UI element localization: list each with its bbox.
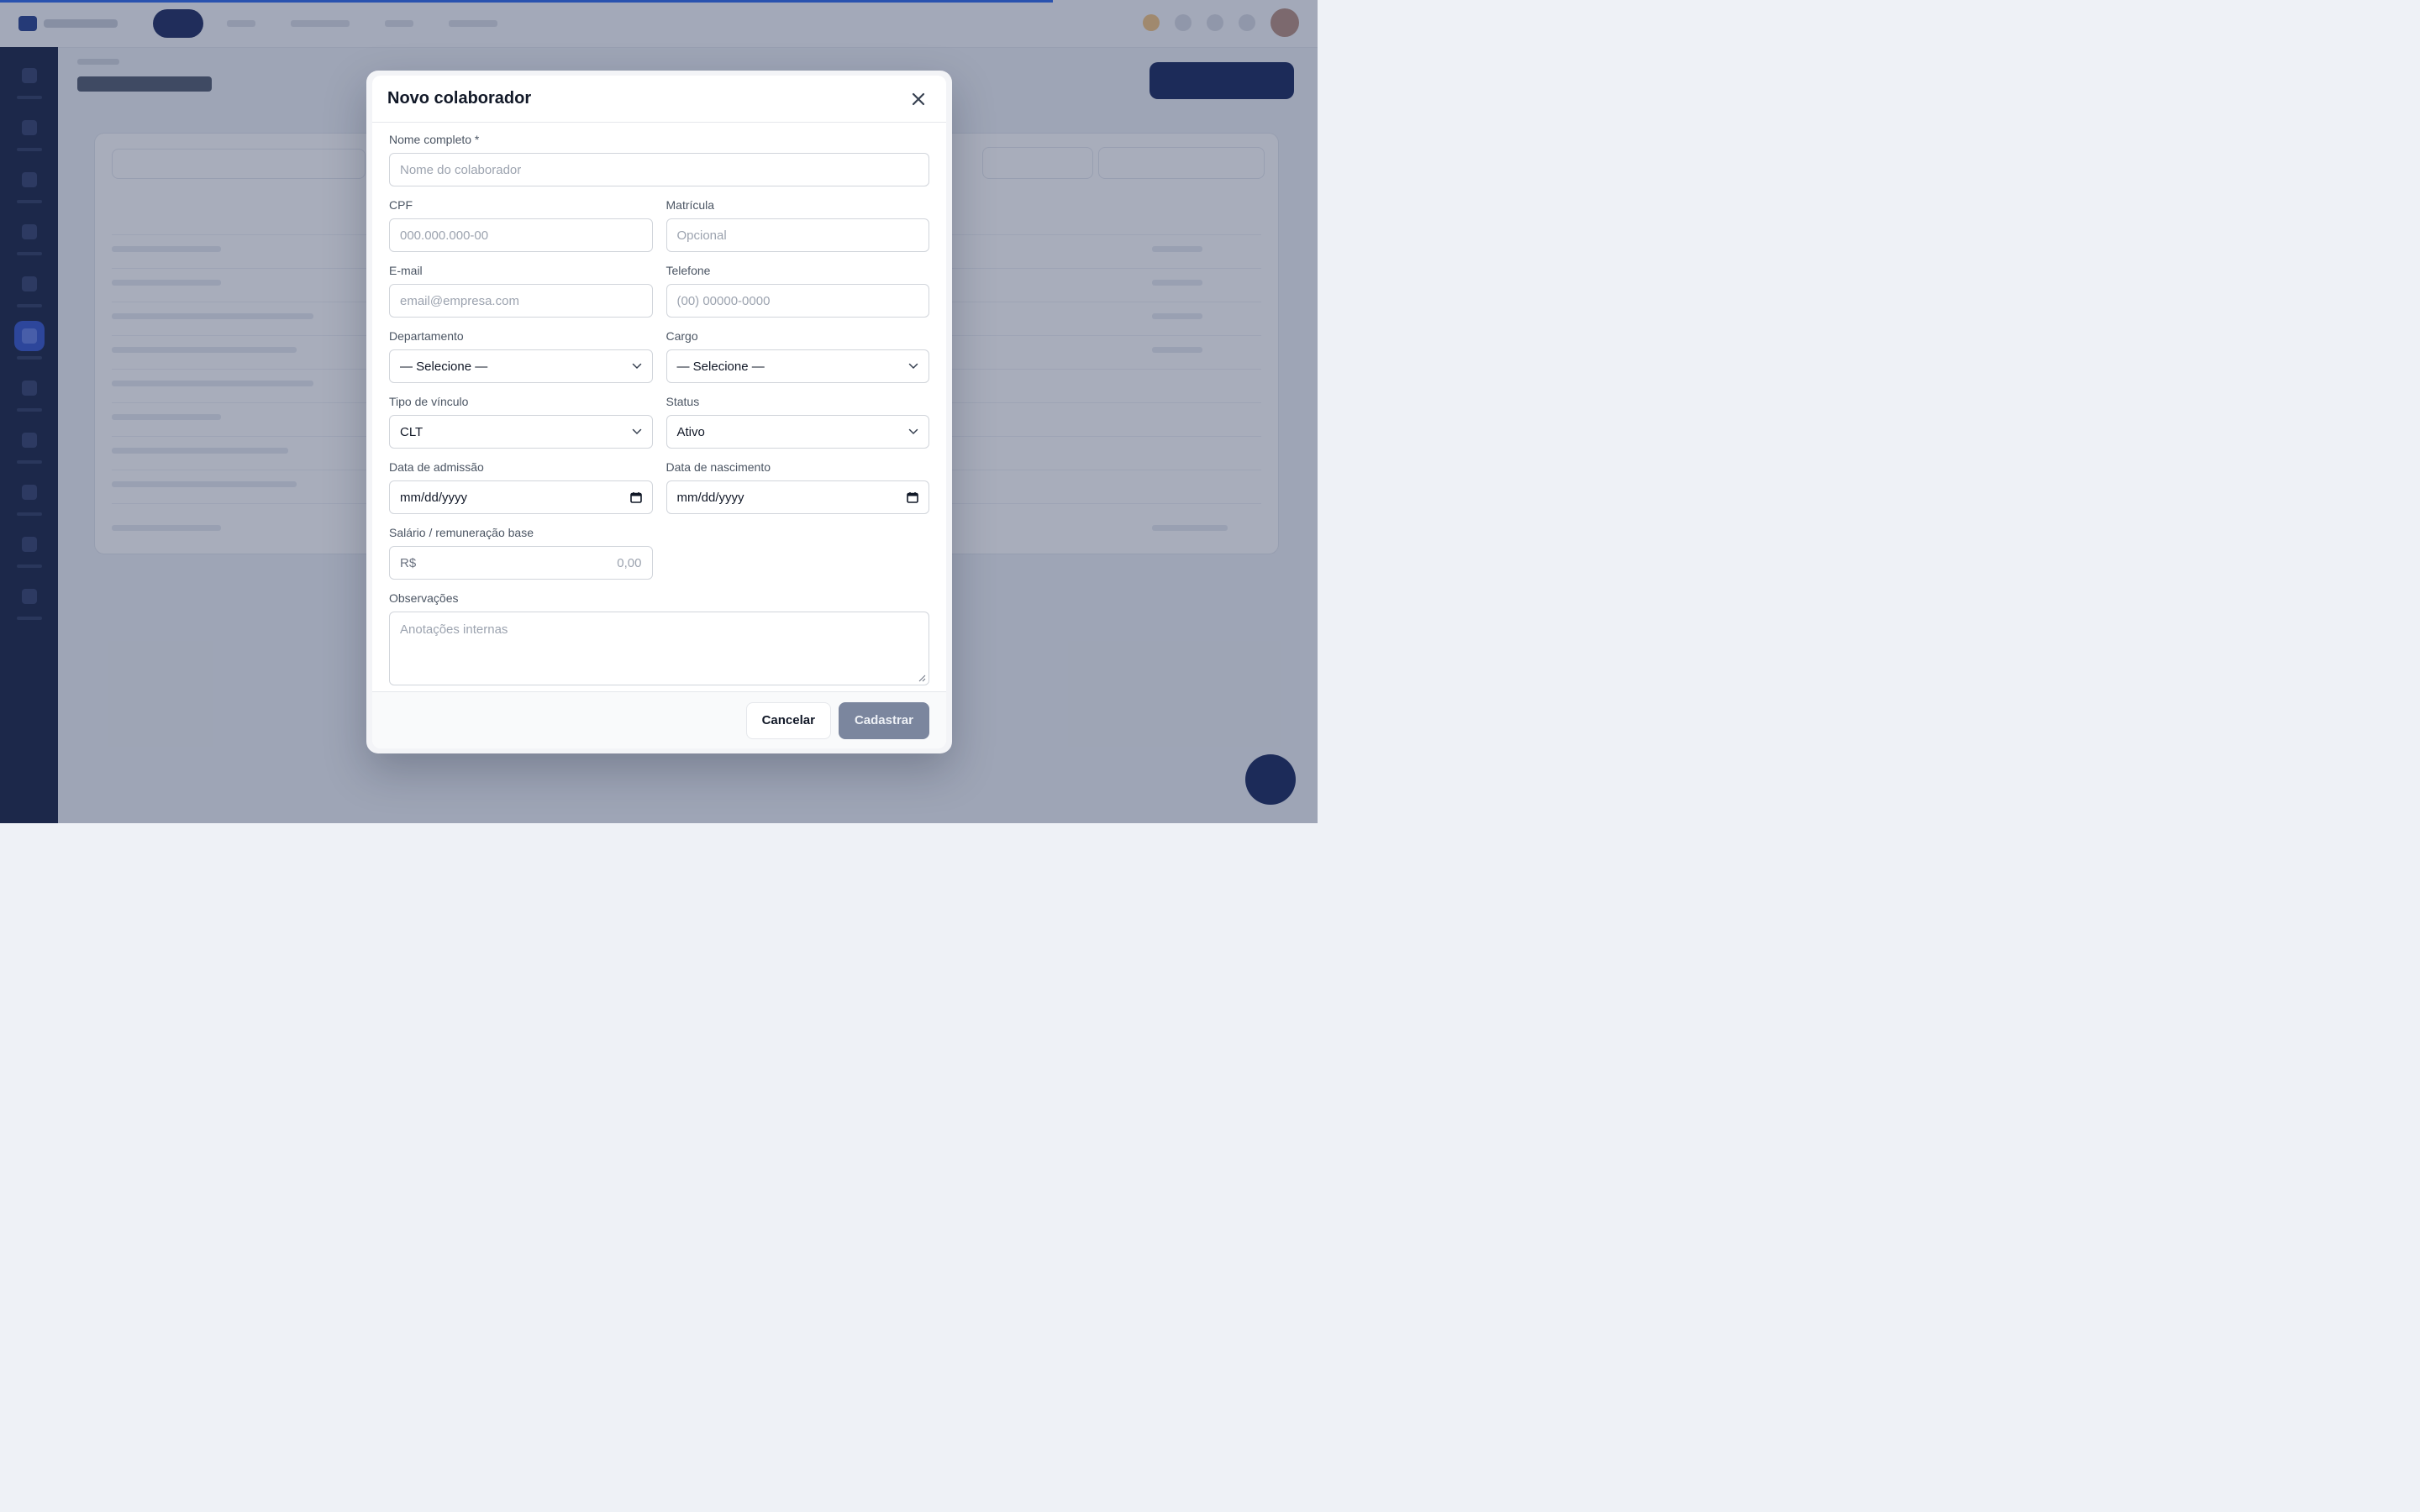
data-admissao-input[interactable]: mm/dd/yyyy [389, 480, 653, 514]
cargo-label: Cargo [666, 329, 698, 343]
telefone-label: Telefone [666, 264, 711, 277]
row-departamento-cargo: Departamento — Selecione — Cargo — Selec… [389, 329, 929, 395]
observacoes-placeholder: Anotações internas [400, 622, 508, 637]
cpf-input[interactable]: 000.000.000-00 [389, 218, 653, 252]
observacoes-label: Observações [389, 591, 459, 605]
status-value: Ativo [676, 424, 705, 439]
close-button[interactable] [906, 87, 931, 112]
chevron-down-icon [908, 363, 918, 370]
salario-placeholder: 0,00 [617, 555, 642, 570]
field-observacoes: Observações Anotações internas [389, 591, 929, 685]
currency-prefix: R$ [400, 555, 417, 570]
submit-button[interactable]: Cadastrar [838, 701, 929, 739]
chevron-down-icon [908, 428, 918, 435]
data-nascimento-label: Data de nascimento [666, 460, 771, 474]
cargo-value: — Selecione — [676, 359, 765, 374]
email-label: E-mail [389, 264, 423, 277]
dialog-panel: Novo colaborador Nome completo * Nome do… [372, 76, 946, 748]
tipo-vinculo-label: Tipo de vínculo [389, 395, 469, 408]
nome-completo-input[interactable]: Nome do colaborador [389, 153, 929, 186]
field-cargo: Cargo — Selecione — [666, 329, 929, 383]
field-salario: Salário / remuneração base R$ 0,00 [389, 526, 653, 580]
empty-column [666, 526, 930, 591]
cargo-select[interactable]: — Selecione — [666, 349, 929, 383]
cancel-button[interactable]: Cancelar [745, 701, 831, 739]
row-cpf-matricula: CPF 000.000.000-00 Matrícula Opcional [389, 198, 929, 264]
field-data-admissao: Data de admissão mm/dd/yyyy [389, 460, 653, 514]
field-data-nascimento: Data de nascimento mm/dd/yyyy [666, 460, 929, 514]
telefone-input[interactable]: (00) 00000-0000 [666, 284, 929, 318]
departamento-select[interactable]: — Selecione — [389, 349, 653, 383]
salario-input[interactable]: R$ 0,00 [389, 546, 653, 580]
departamento-value: — Selecione — [400, 359, 488, 374]
status-select[interactable]: Ativo [666, 415, 929, 449]
calendar-icon[interactable] [629, 491, 642, 503]
observacoes-textarea[interactable]: Anotações internas [389, 612, 929, 685]
field-status: Status Ativo [666, 395, 929, 449]
dialog-title: Novo colaborador [387, 89, 532, 108]
tipo-vinculo-select[interactable]: CLT [389, 415, 653, 449]
data-nascimento-placeholder: mm/dd/yyyy [676, 490, 744, 505]
field-tipo-vinculo: Tipo de vínculo CLT [389, 395, 653, 449]
close-icon [912, 92, 925, 105]
chevron-down-icon [632, 428, 641, 435]
data-admissao-placeholder: mm/dd/yyyy [400, 490, 468, 505]
row-salario: Salário / remuneração base R$ 0,00 [389, 526, 929, 591]
field-matricula: Matrícula Opcional [666, 198, 929, 252]
field-cpf: CPF 000.000.000-00 [389, 198, 653, 252]
new-collaborator-dialog: Novo colaborador Nome completo * Nome do… [366, 71, 952, 753]
dialog-body: Nome completo * Nome do colaborador CPF … [372, 123, 946, 685]
nome-completo-label: Nome completo * [389, 133, 480, 146]
resize-handle-icon[interactable] [918, 675, 926, 682]
matricula-label: Matrícula [666, 198, 715, 212]
matricula-input[interactable]: Opcional [666, 218, 929, 252]
field-departamento: Departamento — Selecione — [389, 329, 653, 383]
dialog-footer: Cancelar Cadastrar [372, 691, 946, 748]
data-nascimento-input[interactable]: mm/dd/yyyy [666, 480, 929, 514]
data-admissao-label: Data de admissão [389, 460, 484, 474]
dialog-header: Novo colaborador [372, 76, 946, 123]
salario-label: Salário / remuneração base [389, 526, 534, 539]
calendar-icon[interactable] [907, 491, 918, 503]
field-nome-completo: Nome completo * Nome do colaborador [389, 133, 929, 186]
departamento-label: Departamento [389, 329, 464, 343]
cpf-label: CPF [389, 198, 413, 212]
status-label: Status [666, 395, 700, 408]
field-email: E-mail email@empresa.com [389, 264, 653, 318]
tipo-vinculo-value: CLT [400, 424, 424, 439]
email-input[interactable]: email@empresa.com [389, 284, 653, 318]
row-email-telefone: E-mail email@empresa.com Telefone (00) 0… [389, 264, 929, 329]
row-vinculo-status: Tipo de vínculo CLT Status Ativo [389, 395, 929, 460]
field-telefone: Telefone (00) 00000-0000 [666, 264, 929, 318]
chevron-down-icon [632, 363, 641, 370]
row-datas: Data de admissão mm/dd/yyyy Data de nasc… [389, 460, 929, 526]
